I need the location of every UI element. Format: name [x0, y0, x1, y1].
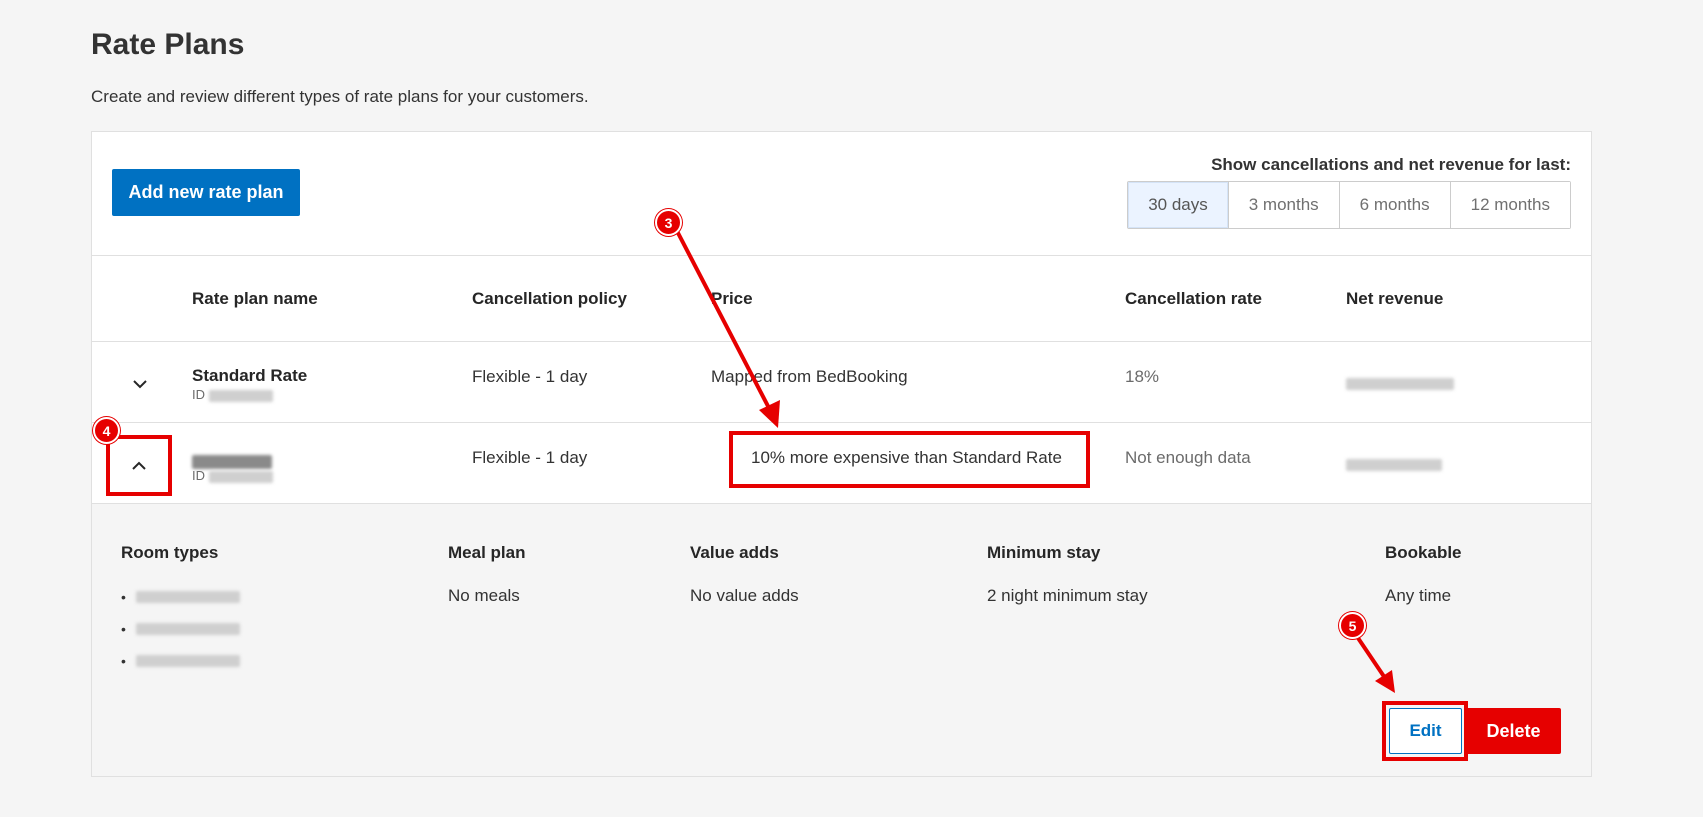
- column-header-net-revenue: Net revenue: [1346, 289, 1444, 308]
- page-title: Rate Plans: [91, 28, 245, 61]
- table-header: Rate plan name Cancellation policy Price…: [92, 256, 1591, 342]
- net-revenue-cell: [1346, 454, 1442, 474]
- redacted-id: [208, 470, 273, 483]
- rate-plan-id-label: ID: [192, 387, 205, 402]
- room-types-heading: Room types: [121, 543, 219, 562]
- redacted-net-revenue: [1346, 458, 1442, 471]
- edit-button[interactable]: Edit: [1389, 708, 1462, 754]
- chevron-up-icon: [132, 461, 146, 470]
- rate-plan-id: ID: [192, 387, 273, 402]
- period-30-days-button[interactable]: 30 days: [1128, 182, 1228, 228]
- redacted-net-revenue: [1346, 377, 1454, 390]
- rate-plan-details: Room types Meal plan No meals Value adds…: [92, 504, 1591, 776]
- step-5-badge: 5: [1339, 612, 1366, 639]
- bookable-value: Any time: [1385, 586, 1452, 605]
- column-header-cancellation-rate: Cancellation rate: [1125, 289, 1262, 308]
- column-header-price: Price: [711, 289, 753, 308]
- period-12-months-button[interactable]: 12 months: [1449, 182, 1570, 228]
- expand-row-button[interactable]: [108, 359, 172, 409]
- rate-plan-name: Standard Rate: [192, 366, 308, 385]
- rate-plan-id-label: ID: [192, 468, 205, 483]
- cancellation-rate-cell: Not enough data: [1125, 448, 1251, 467]
- period-3-months-button[interactable]: 3 months: [1227, 182, 1339, 228]
- list-item: [121, 613, 240, 645]
- list-item: [121, 581, 240, 613]
- minimum-stay-heading: Minimum stay: [987, 543, 1101, 562]
- redacted-id: [208, 389, 273, 402]
- minimum-stay-value: 2 night minimum stay: [987, 586, 1148, 605]
- delete-button[interactable]: Delete: [1466, 708, 1561, 754]
- room-types-list: [121, 581, 240, 677]
- redacted-rate-plan-name: [192, 454, 272, 469]
- cancellation-policy-cell: Flexible - 1 day: [472, 448, 588, 467]
- value-adds-value: No value adds: [690, 586, 799, 605]
- add-new-rate-plan-button[interactable]: Add new rate plan: [112, 169, 300, 216]
- period-selector: 30 days 3 months 6 months 12 months: [1127, 181, 1571, 229]
- period-label: Show cancellations and net revenue for l…: [1211, 155, 1571, 174]
- price-cell: 10% more expensive than Standard Rate: [751, 448, 1062, 467]
- rate-plans-panel: Add new rate plan Show cancellations and…: [91, 131, 1592, 777]
- table-row: Standard Rate ID Flexible - 1 day Mapped…: [92, 342, 1591, 423]
- table-row: ID Flexible - 1 day 10% more expensive t…: [92, 423, 1591, 504]
- redacted-room-type: [135, 655, 240, 667]
- price-cell: Mapped from BedBooking: [711, 367, 908, 386]
- value-adds-heading: Value adds: [690, 543, 779, 562]
- rate-plan-id: ID: [192, 468, 273, 483]
- meal-plan-value: No meals: [448, 586, 520, 605]
- rate-plans-toolbar: Add new rate plan Show cancellations and…: [92, 132, 1591, 256]
- cancellation-policy-cell: Flexible - 1 day: [472, 367, 588, 386]
- column-header-rate-plan-name: Rate plan name: [192, 289, 318, 308]
- cancellation-rate-cell: 18%: [1125, 367, 1160, 386]
- redacted-room-type: [135, 591, 240, 603]
- step-3-badge: 3: [655, 209, 682, 236]
- step-4-badge: 4: [93, 417, 120, 444]
- column-header-cancellation-policy: Cancellation policy: [472, 289, 627, 308]
- chevron-down-icon: [133, 380, 147, 389]
- meal-plan-heading: Meal plan: [448, 543, 526, 562]
- page-subtitle: Create and review different types of rat…: [91, 87, 589, 106]
- collapse-row-button[interactable]: [106, 435, 172, 496]
- list-item: [121, 645, 240, 677]
- redacted-room-type: [135, 623, 240, 635]
- net-revenue-cell: [1346, 373, 1454, 393]
- bookable-heading: Bookable: [1385, 543, 1462, 562]
- period-6-months-button[interactable]: 6 months: [1338, 182, 1450, 228]
